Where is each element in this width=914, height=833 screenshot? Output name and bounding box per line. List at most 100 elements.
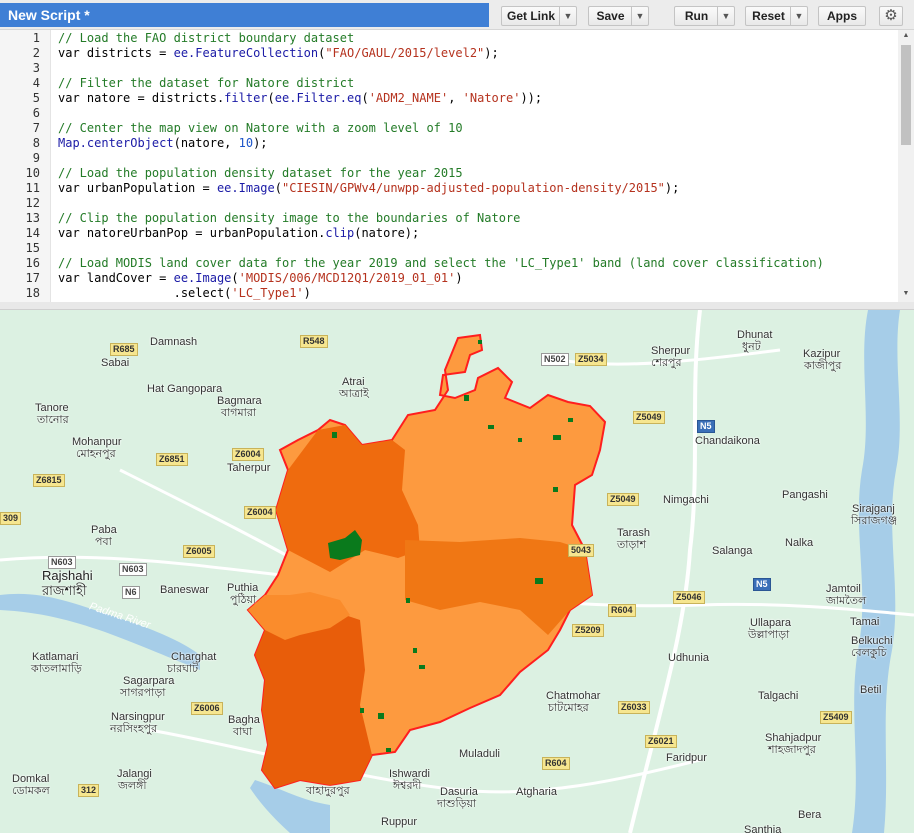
- place-label: আত্রাই: [339, 388, 369, 400]
- place-label: দাশুড়িয়া: [437, 798, 477, 810]
- road-shield: Z6006: [191, 702, 223, 715]
- place-label: Salanga: [712, 545, 753, 557]
- place-label: জলঙ্গী: [118, 780, 147, 792]
- code-line: .select('LC_Type1'): [58, 286, 311, 300]
- place-label: ধুনট: [742, 341, 761, 353]
- road-shield: N603: [119, 563, 147, 576]
- jamuna-river: [852, 310, 900, 833]
- reset-button[interactable]: Reset ▼: [745, 6, 808, 26]
- line-number: 3: [32, 61, 40, 75]
- place-label: Nalka: [785, 537, 814, 549]
- place-label: Chandaikona: [695, 435, 760, 447]
- road-shield: Z6005: [183, 545, 215, 558]
- road-shield: N5: [697, 420, 715, 433]
- code-line: // Load the FAO district boundary datase…: [58, 31, 355, 45]
- code-editor[interactable]: 1 2 3 4 5 6 7 8 9 10 11 12 13 14 15 16 1…: [0, 30, 914, 303]
- get-link-label: Get Link: [506, 9, 555, 23]
- place-label: শেরপুর: [651, 357, 682, 369]
- scroll-thumb[interactable]: [901, 45, 911, 145]
- road-shield: Z6851: [156, 453, 188, 466]
- scroll-down-icon[interactable]: ▼: [898, 288, 914, 300]
- land-cover-patch: [518, 438, 522, 442]
- place-label: Nimgachi: [663, 494, 709, 506]
- place-label: কাজীপুর: [804, 360, 842, 372]
- editor-scrollbar[interactable]: ▲ ▼: [898, 30, 914, 302]
- line-number: 14: [25, 226, 40, 240]
- code-line: // Load MODIS land cover data for the ye…: [58, 256, 824, 270]
- place-label: Atgharia: [516, 786, 557, 798]
- line-number: 9: [32, 151, 40, 165]
- get-link-button[interactable]: Get Link ▼: [501, 6, 577, 26]
- scroll-up-icon[interactable]: ▲: [898, 30, 914, 42]
- place-label: তানোর: [37, 414, 69, 426]
- apps-label: Apps: [827, 9, 857, 23]
- land-cover-patch: [568, 418, 573, 422]
- place-label: Ruppur: [381, 816, 418, 828]
- place-label: Bera: [798, 809, 822, 821]
- chevron-down-icon[interactable]: ▼: [717, 7, 734, 25]
- line-number: 8: [32, 136, 40, 150]
- place-label: Faridpur: [666, 752, 707, 764]
- line-number: 13: [25, 211, 40, 225]
- land-cover-patch: [360, 708, 364, 713]
- road-shield: Z5049: [633, 411, 665, 424]
- road-shield: Z5046: [673, 591, 705, 604]
- land-cover-patch: [332, 432, 337, 438]
- place-label: রাজশাহী: [42, 583, 87, 598]
- place-label: বেলকুচি: [851, 647, 887, 659]
- panel-splitter[interactable]: [0, 302, 914, 310]
- place-label: Muladuli: [459, 748, 500, 760]
- place-label: ঈশ্বরদী: [393, 780, 422, 792]
- line-number: 17: [25, 271, 40, 285]
- place-label: Talgachi: [758, 690, 799, 702]
- place-label: বাহাদুরপুর: [306, 785, 350, 797]
- save-label: Save: [596, 9, 625, 23]
- line-number: 1: [32, 31, 40, 45]
- code-line: var urbanPopulation = ee.Image("CIESIN/G…: [58, 181, 680, 195]
- line-number: 7: [32, 121, 40, 135]
- road-shield: Z6004: [244, 506, 276, 519]
- road-shield: Z5409: [820, 711, 852, 724]
- road-shield: 309: [0, 512, 22, 525]
- reset-label: Reset: [752, 9, 785, 23]
- place-label: পুঠিয়া: [230, 594, 257, 606]
- place-label: মোহনপুর: [76, 448, 116, 460]
- code-line: var natoreUrbanPop = urbanPopulation.cli…: [58, 226, 420, 240]
- line-number: 5: [32, 91, 40, 105]
- map-canvas[interactable]: Damnash Sabai Hat Gangopara Bagmara বাগম…: [0, 310, 914, 833]
- land-cover-patch: [413, 648, 417, 653]
- land-cover-patch: [553, 435, 561, 440]
- road-shield: N603: [48, 556, 76, 569]
- place-label: ডোমকল: [12, 785, 50, 797]
- place-label: Tamai: [850, 616, 880, 628]
- road-shield: Z5209: [572, 624, 604, 637]
- land-cover-patch: [419, 665, 425, 669]
- place-label: Taherpur: [227, 462, 271, 474]
- line-number: 6: [32, 106, 40, 120]
- place-label: তাড়াশ: [617, 539, 646, 551]
- road-shield: Z6021: [645, 735, 677, 748]
- run-label: Run: [684, 9, 709, 23]
- save-button[interactable]: Save ▼: [588, 6, 649, 26]
- script-title[interactable]: New Script *: [0, 3, 489, 27]
- gear-icon[interactable]: ⚙: [879, 6, 903, 26]
- road-shield: R548: [300, 335, 328, 348]
- place-label: Udhunia: [668, 652, 709, 664]
- code-lines[interactable]: // Load the FAO district boundary datase…: [58, 30, 896, 302]
- chevron-down-icon[interactable]: ▼: [631, 7, 648, 25]
- place-label: Pangashi: [782, 489, 828, 501]
- place-label: Damnash: [150, 336, 198, 348]
- apps-button[interactable]: Apps: [818, 6, 866, 26]
- chevron-down-icon[interactable]: ▼: [790, 7, 807, 25]
- chevron-down-icon[interactable]: ▼: [559, 7, 576, 25]
- code-line: var landCover = ee.Image('MODIS/006/MCD1…: [58, 271, 463, 285]
- land-cover-patch: [478, 340, 482, 344]
- place-label: কাতলামাড়ি: [31, 663, 82, 675]
- place-label: শাহজাদপুর: [768, 744, 816, 756]
- place-label: বাঘা: [233, 726, 253, 738]
- place-label: Betil: [860, 684, 882, 696]
- editor-toolbar: New Script * Get Link ▼ Save ▼ Run ▼ Res…: [0, 0, 914, 30]
- road-shield: Z6033: [618, 701, 650, 714]
- road-shield: Z6815: [33, 474, 65, 487]
- run-button[interactable]: Run ▼: [674, 6, 735, 26]
